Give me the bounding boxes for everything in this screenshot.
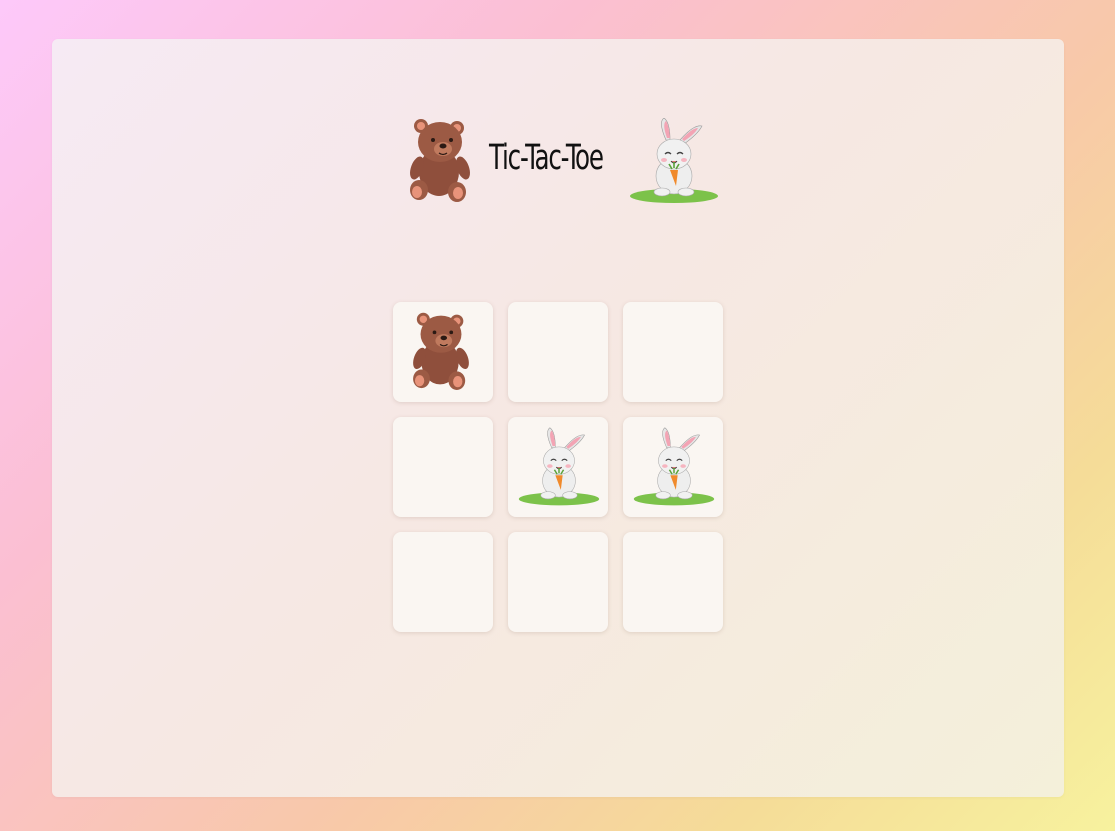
header: Tic-Tac-Toe — [403, 110, 723, 210]
bunny-icon — [630, 118, 718, 203]
board-cell-0-0[interactable] — [393, 302, 493, 402]
teddy-bear-icon — [413, 312, 469, 390]
board-cell-2-0[interactable] — [393, 532, 493, 632]
board-cell-1-1[interactable] — [508, 417, 608, 517]
board-cell-1-2[interactable] — [623, 417, 723, 517]
board-cell-2-1[interactable] — [508, 532, 608, 632]
board-cell-0-1[interactable] — [508, 302, 608, 402]
board-cell-1-0[interactable] — [393, 417, 493, 517]
board-cell-0-2[interactable] — [623, 302, 723, 402]
game-board — [393, 302, 723, 632]
page-title: Tic-Tac-Toe — [489, 138, 604, 178]
teddy-bear-icon — [410, 119, 470, 202]
board-cell-2-2[interactable] — [623, 532, 723, 632]
bunny-icon — [518, 427, 600, 506]
bunny-icon — [633, 427, 715, 506]
